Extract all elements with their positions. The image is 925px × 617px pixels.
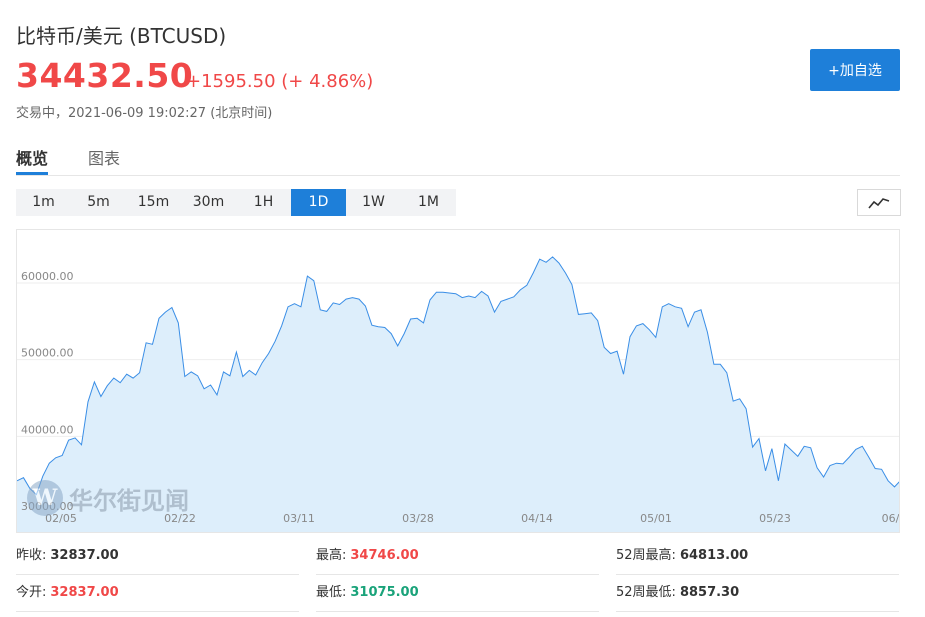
stat-value: 32837.00 <box>50 548 119 563</box>
period-15m[interactable]: 15m <box>126 189 181 216</box>
stat-label: 最低: <box>316 585 347 600</box>
period-30m[interactable]: 30m <box>181 189 236 216</box>
add-to-watchlist-button[interactable]: +加自选 <box>810 49 900 91</box>
watermark: W 华尔街见闻 <box>27 480 189 516</box>
period-1m[interactable]: 1m <box>16 189 71 216</box>
stat-value: 31075.00 <box>350 585 419 600</box>
tab-overview[interactable]: 概览 <box>16 145 48 169</box>
stat-label: 昨收: <box>16 548 47 563</box>
last-price: 34432.50 <box>16 56 194 95</box>
instrument-title: 比特币/美元 (BTCUSD) <box>16 24 227 48</box>
active-tab-indicator <box>16 172 48 175</box>
x-tick-label: 03/11 <box>283 512 315 525</box>
y-tick-label: 40000.00 <box>21 423 74 436</box>
stat-label: 今开: <box>16 585 47 600</box>
period-5m[interactable]: 5m <box>71 189 126 216</box>
stat-52w-high: 52周最高: 64813.00 <box>616 538 899 575</box>
watermark-logo-icon: W <box>27 480 63 516</box>
period-selector: 1m 5m 15m 30m 1H 1D 1W 1M <box>16 189 456 216</box>
trading-status: 交易中，2021-06-09 19:02:27 (北京时间) <box>16 106 273 121</box>
x-tick-label: 06/0 <box>882 512 900 525</box>
stat-value: 34746.00 <box>350 548 419 563</box>
stat-prev-close: 昨收: 32837.00 <box>16 538 299 575</box>
stat-value: 64813.00 <box>679 548 749 563</box>
line-chart-icon <box>868 197 890 209</box>
chart-style-button[interactable] <box>857 189 901 216</box>
x-tick-label: 05/01 <box>640 512 672 525</box>
period-1w[interactable]: 1W <box>346 189 401 216</box>
tab-chart[interactable]: 图表 <box>88 145 120 169</box>
stat-52w-low: 52周最低: 8857.30 <box>616 575 899 612</box>
tab-bar: 概览 图表 <box>16 145 900 176</box>
stat-label: 52周最高: <box>616 548 676 563</box>
x-tick-label: 03/28 <box>402 512 434 525</box>
stat-label: 最高: <box>316 548 347 563</box>
price-change: +1595.50 (+ 4.86%) <box>186 71 374 92</box>
x-tick-label: 04/14 <box>521 512 553 525</box>
stat-low: 最低: 31075.00 <box>316 575 599 612</box>
period-1d[interactable]: 1D <box>291 189 346 216</box>
stat-high: 最高: 34746.00 <box>316 538 599 575</box>
y-tick-label: 50000.00 <box>21 347 74 360</box>
stat-value: 8857.30 <box>679 585 740 600</box>
stat-value: 32837.00 <box>50 585 119 600</box>
stat-label: 52周最低: <box>616 585 676 600</box>
stat-open: 今开: 32837.00 <box>16 575 299 612</box>
watermark-text: 华尔街见闻 <box>69 485 189 515</box>
x-tick-label: 05/23 <box>759 512 791 525</box>
period-1mo[interactable]: 1M <box>401 189 456 216</box>
y-tick-label: 60000.00 <box>21 270 74 283</box>
period-1h[interactable]: 1H <box>236 189 291 216</box>
